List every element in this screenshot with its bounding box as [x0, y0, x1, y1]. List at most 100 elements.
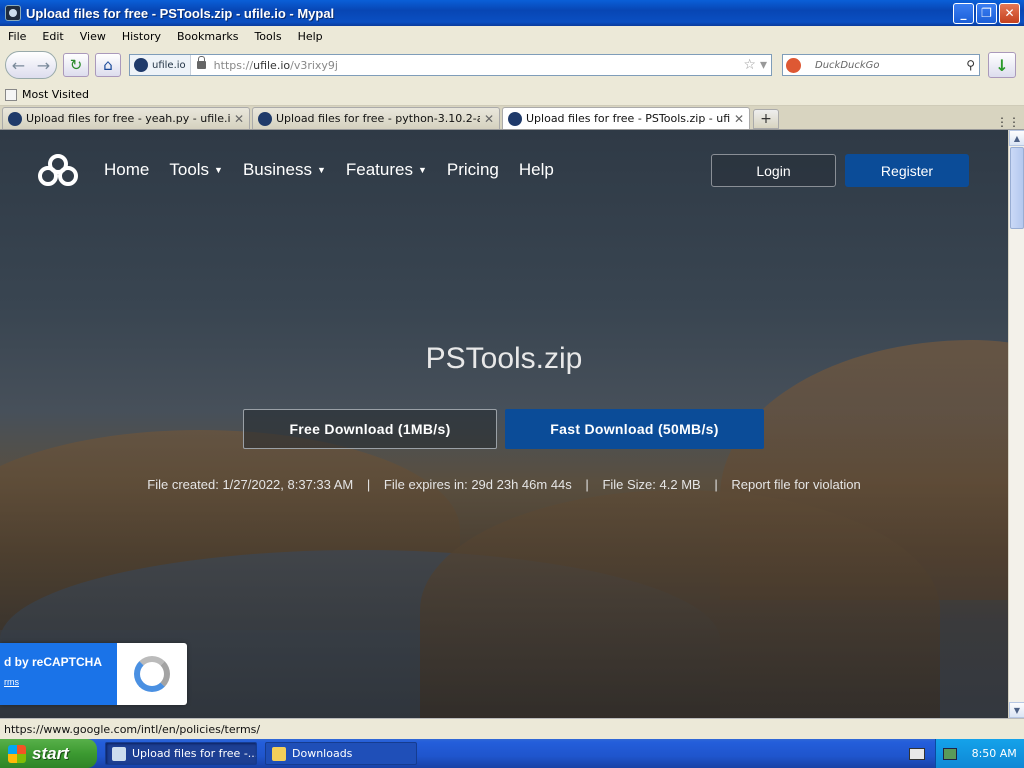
recaptcha-info: d by reCAPTCHA rms — [0, 643, 117, 705]
nav-business[interactable]: Business ▼ — [243, 160, 326, 180]
nav-business-label: Business — [242, 160, 312, 179]
tab-close-icon[interactable]: ✕ — [484, 112, 494, 126]
duckduckgo-icon[interactable] — [786, 57, 801, 73]
tab-yeah-py[interactable]: Upload files for free - yeah.py - ufile.… — [2, 107, 250, 129]
browser-icon — [112, 746, 126, 761]
menu-bar: File Edit View History Bookmarks Tools H… — [0, 26, 1024, 46]
file-created: File created: 1/27/2022, 8:37:33 AM — [147, 477, 354, 492]
home-icon: ⌂ — [103, 56, 113, 74]
minimize-button[interactable]: _ — [953, 2, 974, 24]
register-button[interactable]: Register — [845, 154, 969, 187]
taskbar-item-downloads[interactable]: Downloads — [265, 742, 417, 765]
scroll-down-icon[interactable]: ▼ — [1009, 702, 1024, 718]
site-identity[interactable]: ufile.io — [130, 55, 191, 75]
chevron-down-icon: ▼ — [316, 165, 326, 175]
file-info-line: File created: 1/27/2022, 8:37:33 AM | Fi… — [0, 477, 1008, 492]
home-button[interactable]: ⌂ — [95, 53, 121, 77]
site-nav: Home Tools ▼ Business ▼ Features ▼ Pricing … — [104, 160, 574, 180]
taskbar-item-label: Upload files for free -... — [132, 747, 257, 760]
recaptcha-badge[interactable]: d by reCAPTCHA rms — [0, 643, 187, 705]
clock[interactable]: 8:50 AM — [972, 747, 1017, 760]
taskbar-item-browser[interactable]: Upload files for free -... — [105, 742, 257, 765]
recaptcha-logo-icon — [117, 643, 187, 705]
keyboard-icon[interactable] — [909, 747, 925, 760]
nav-help[interactable]: Help — [519, 160, 554, 180]
plus-icon: + — [760, 111, 772, 127]
menu-bookmarks[interactable]: Bookmarks — [169, 30, 246, 43]
bookmarks-toolbar: Most Visited — [0, 84, 1024, 106]
search-bar[interactable]: DuckDuckGo ⚲ — [782, 54, 980, 76]
most-visited-bookmark[interactable]: Most Visited — [22, 88, 89, 101]
restore-button[interactable]: ❐ — [976, 2, 997, 24]
tab-favicon-icon — [8, 111, 22, 126]
login-button[interactable]: Login — [711, 154, 836, 187]
nav-tools-label: Tools — [169, 160, 210, 179]
network-icon[interactable] — [943, 747, 958, 760]
nav-tools[interactable]: Tools ▼ — [169, 160, 223, 180]
window-titlebar[interactable]: Upload files for free - PSTools.zip - uf… — [0, 0, 1024, 26]
separator: | — [366, 477, 371, 492]
nav-home[interactable]: Home — [104, 160, 149, 180]
fast-download-button[interactable]: Fast Download (50MB/s) — [505, 409, 764, 449]
start-button[interactable]: start — [0, 739, 97, 768]
tab-strip: Upload files for free - yeah.py - ufile.… — [0, 106, 1024, 130]
taskbar-item-label: Downloads — [292, 747, 353, 760]
downloads-button[interactable]: ↓ — [988, 52, 1016, 78]
reload-button[interactable]: ↻ — [63, 53, 89, 77]
url-text[interactable]: https://ufile.io/v3rixy9j — [214, 59, 744, 72]
new-tab-button[interactable]: + — [753, 109, 779, 129]
url-scheme: https:// — [213, 58, 254, 72]
tab-close-icon[interactable]: ✕ — [234, 112, 244, 126]
free-download-button[interactable]: Free Download (1MB/s) — [243, 409, 497, 449]
site-identity-label: ufile.io — [152, 59, 186, 71]
bookmark-star-icon[interactable]: ☆ — [743, 57, 760, 73]
lock-icon — [196, 56, 206, 69]
status-text: https://www.google.com/intl/en/policies/… — [4, 722, 261, 736]
tab-label: Upload files for free - PSTools.zip - uf… — [526, 112, 730, 125]
tab-favicon-icon — [258, 111, 272, 126]
separator: | — [714, 477, 718, 492]
menu-history[interactable]: History — [114, 30, 169, 43]
nav-pricing[interactable]: Pricing — [447, 160, 499, 180]
vertical-scrollbar[interactable]: ▲ ▼ — [1008, 130, 1024, 718]
recaptcha-terms-link[interactable]: rms — [4, 677, 117, 687]
tab-pstools[interactable]: Upload files for free - PSTools.zip - uf… — [502, 107, 750, 129]
tab-python[interactable]: Upload files for free - python-3.10.2-am… — [252, 107, 500, 129]
menu-tools[interactable]: Tools — [246, 30, 289, 43]
scroll-thumb[interactable] — [1010, 147, 1024, 229]
file-expires: File expires in: 29d 23h 46m 44s — [383, 477, 572, 492]
tab-close-icon[interactable]: ✕ — [734, 112, 744, 126]
taskbar: start Upload files for free -... Downloa… — [0, 739, 1024, 768]
url-dropdown-icon[interactable]: ▾ — [760, 57, 771, 73]
nav-features[interactable]: Features ▼ — [346, 160, 427, 180]
address-bar[interactable]: ufile.io https://ufile.io/v3rixy9j ☆ ▾ — [129, 54, 772, 76]
nav-help-label: Help — [518, 160, 554, 179]
nav-home-label: Home — [104, 160, 150, 179]
scroll-up-icon[interactable]: ▲ — [1009, 130, 1024, 146]
search-icon[interactable]: ⚲ — [966, 58, 979, 72]
url-host: ufile.io — [253, 58, 291, 72]
back-forward-group: ← → — [5, 51, 57, 79]
site-favicon-icon — [134, 58, 148, 72]
back-arrow-icon[interactable]: ← — [12, 56, 25, 75]
url-path: /v3rixy9j — [290, 58, 338, 72]
ufile-logo[interactable] — [38, 154, 84, 188]
close-window-button[interactable]: ✕ — [999, 2, 1020, 24]
chevron-down-icon: ▼ — [214, 165, 223, 175]
menu-view[interactable]: View — [72, 30, 114, 43]
tab-list-icon[interactable]: ⋮⋮ — [996, 115, 1020, 129]
most-visited-icon — [5, 88, 17, 101]
download-arrow-icon: ↓ — [995, 55, 1009, 75]
nav-pricing-label: Pricing — [446, 160, 499, 179]
navigation-toolbar: ← → ↻ ⌂ ufile.io https://ufile.io/v3rixy… — [0, 46, 1024, 84]
system-tray: 8:50 AM — [935, 739, 1024, 768]
file-name-title: PSTools.zip — [425, 342, 583, 375]
mypal-app-icon — [5, 5, 21, 21]
chevron-down-icon: ▼ — [417, 165, 427, 175]
report-file-link[interactable]: Report file for violation — [731, 477, 860, 492]
forward-arrow-icon[interactable]: → — [37, 56, 50, 75]
menu-edit[interactable]: Edit — [34, 30, 71, 43]
menu-help[interactable]: Help — [290, 30, 331, 43]
tab-label: Upload files for free - python-3.10.2-am… — [276, 112, 480, 125]
menu-file[interactable]: File — [0, 30, 34, 43]
